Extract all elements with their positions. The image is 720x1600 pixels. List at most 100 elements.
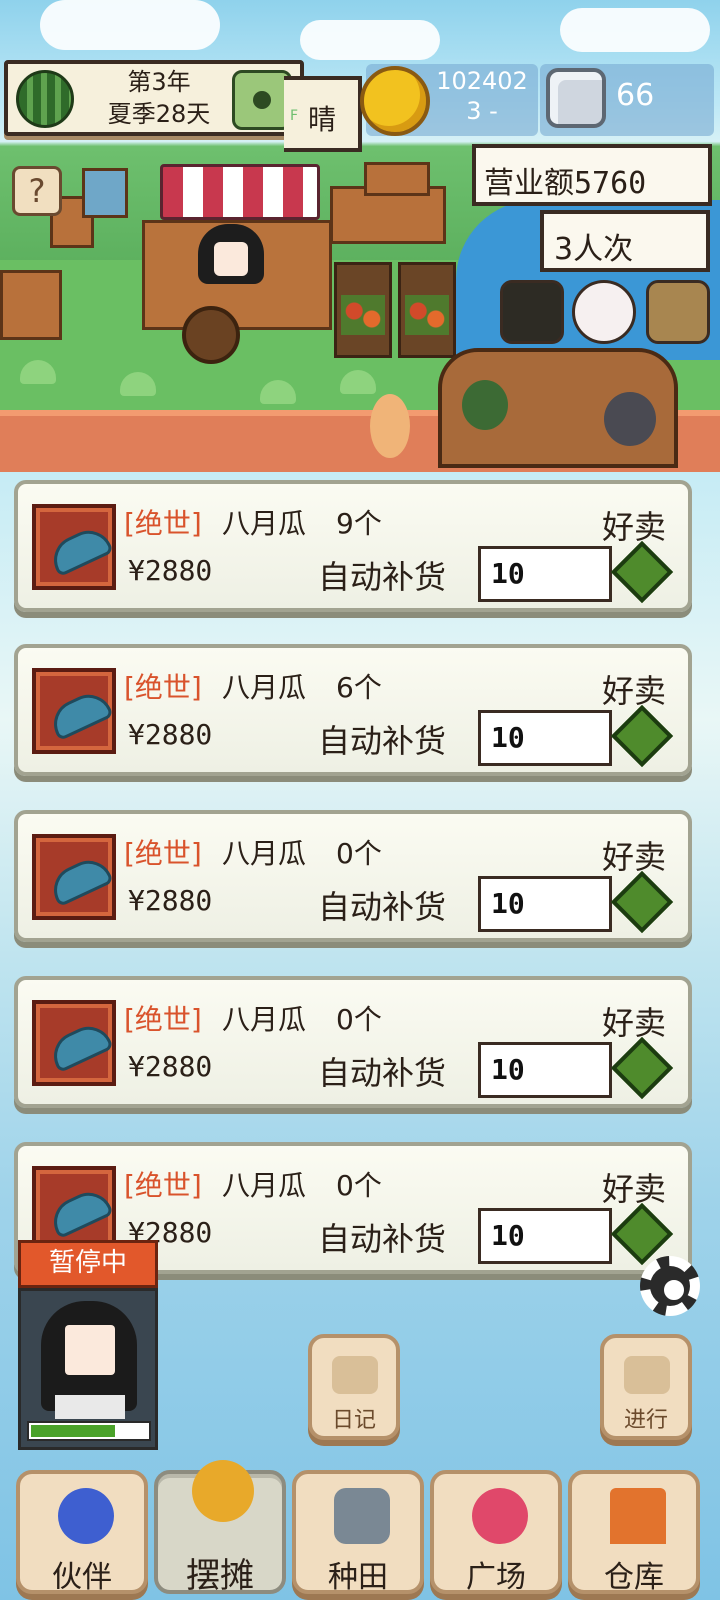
item-rarity: [绝世] <box>124 1003 202 1036</box>
season-day-label: 夏季28天 <box>107 100 211 128</box>
statue-icon[interactable] <box>646 280 710 344</box>
item-count: 6个 <box>336 671 382 704</box>
item-count: 9个 <box>336 507 382 540</box>
item-card[interactable]: [绝世] 八月瓜 0个 好卖 ¥2880 自动补货 10 <box>14 976 692 1108</box>
restock-quantity-input[interactable]: 10 <box>478 1208 612 1264</box>
people-icon <box>58 1488 114 1544</box>
shopkeeper-character <box>198 224 264 284</box>
character-portrait[interactable] <box>18 1288 158 1450</box>
date-panel: 第3年 夏季28天 <box>4 60 304 136</box>
fruit-bin <box>398 262 456 358</box>
diary-button[interactable]: 日记 <box>308 1334 400 1440</box>
turtle-npc[interactable] <box>462 380 508 430</box>
coin-amount-line2: 3 - <box>466 97 498 125</box>
item-rarity: [绝世] <box>124 837 202 870</box>
crate <box>364 162 430 196</box>
nav-plaza-label: 广场 <box>466 1560 526 1595</box>
auto-restock-label: 自动补货 <box>318 558 447 596</box>
house-icon <box>610 1488 666 1544</box>
paused-badge[interactable]: 暂停中 <box>18 1240 158 1288</box>
cloud <box>40 0 220 50</box>
item-sell-tag: 好卖 <box>601 1170 666 1208</box>
item-rarity: [绝世] <box>124 507 202 540</box>
speech-bubble-icon <box>332 1356 378 1394</box>
bucket <box>82 168 128 218</box>
fruit-bin <box>334 262 392 358</box>
auto-restock-label: 自动补货 <box>318 888 447 926</box>
item-name: 八月瓜 <box>222 1169 307 1202</box>
visitor-count-label: 3人次 <box>554 232 634 267</box>
auto-restock-label: 自动补货 <box>318 1220 447 1258</box>
cloud <box>300 20 440 60</box>
restock-quantity-input[interactable]: 10 <box>478 546 612 602</box>
item-name: 八月瓜 <box>222 507 307 540</box>
akebia-fruit-icon <box>32 504 116 590</box>
nav-stall[interactable]: 摆摊 <box>154 1460 286 1596</box>
confirm-diamond-button[interactable] <box>610 870 674 934</box>
item-sell-tag: 好卖 <box>601 672 666 710</box>
watering-can-icon <box>334 1488 390 1544</box>
nav-farm-label: 种田 <box>328 1560 388 1595</box>
nav-warehouse-label: 仓库 <box>604 1560 664 1595</box>
proceed-button[interactable]: 进行 <box>600 1334 692 1440</box>
coin-counter: 102402 3 - <box>360 64 538 136</box>
portrait-body <box>55 1395 125 1419</box>
gift-chest-icon[interactable] <box>500 280 564 344</box>
flower-icon <box>472 1488 528 1544</box>
item-sell-tag: 好卖 <box>601 508 666 546</box>
item-price: ¥2880 <box>128 884 213 917</box>
nav-stall-label: 摆摊 <box>186 1556 254 1596</box>
diary-label: 日记 <box>331 1408 376 1433</box>
akebia-fruit-icon <box>32 834 116 920</box>
weather-small-label: F <box>290 108 299 124</box>
item-price: ¥2880 <box>128 718 213 751</box>
item-rarity: [绝世] <box>124 1169 202 1202</box>
item-name: 八月瓜 <box>222 1003 307 1036</box>
confirm-diamond-button[interactable] <box>610 1036 674 1100</box>
visitor-count-panel: 3人次 <box>540 210 710 272</box>
settings-gear-icon[interactable] <box>640 1256 700 1316</box>
portrait-face <box>65 1325 115 1375</box>
item-price: ¥2880 <box>128 554 213 587</box>
date-display: 第3年 夏季28天 <box>84 66 234 130</box>
proceed-label: 进行 <box>623 1408 668 1433</box>
villager-npc[interactable] <box>604 392 656 446</box>
item-name: 八月瓜 <box>222 837 307 870</box>
item-sell-tag: 好卖 <box>601 1004 666 1042</box>
auto-restock-label: 自动补货 <box>318 1054 447 1092</box>
silver-counter: 66 <box>540 64 714 136</box>
item-card[interactable]: [绝世] 八月瓜 6个 好卖 ¥2880 自动补货 10 <box>14 644 692 776</box>
fish-bowl-icon[interactable] <box>572 280 636 344</box>
gold-coin-icon <box>360 66 430 136</box>
cart-wheel <box>182 306 240 364</box>
calendar-icon[interactable] <box>232 70 292 130</box>
silver-amount: 66 <box>616 78 655 113</box>
nav-partner-label: 伙伴 <box>52 1560 112 1595</box>
coin-amount-line1: 102402 <box>436 67 528 95</box>
akebia-fruit-icon <box>32 1000 116 1086</box>
item-name: 八月瓜 <box>222 671 307 704</box>
item-sell-tag: 好卖 <box>601 838 666 876</box>
item-card[interactable]: [绝世] 八月瓜 0个 好卖 ¥2880 自动补货 10 <box>14 810 692 942</box>
restock-quantity-input[interactable]: 10 <box>478 710 612 766</box>
item-card[interactable]: [绝世] 八月瓜 9个 好卖 ¥2880 自动补货 10 <box>14 480 692 612</box>
confirm-diamond-button[interactable] <box>610 704 674 768</box>
item-count: 0个 <box>336 1169 382 1202</box>
stall-awning <box>160 164 320 220</box>
nav-farm[interactable]: 种田 <box>292 1470 424 1595</box>
customer-npc[interactable] <box>370 394 410 458</box>
year-label: 第3年 <box>127 68 191 96</box>
stamina-bar <box>27 1421 151 1441</box>
nav-plaza[interactable]: 广场 <box>430 1470 562 1595</box>
help-button[interactable]: ? <box>12 166 62 216</box>
restock-quantity-input[interactable]: 10 <box>478 876 612 932</box>
coin-stack-icon <box>192 1460 254 1522</box>
confirm-diamond-button[interactable] <box>610 540 674 604</box>
nav-partner[interactable]: 伙伴 <box>16 1470 148 1595</box>
restock-quantity-input[interactable]: 10 <box>478 1042 612 1098</box>
weather-panel: F 晴 <box>284 76 362 152</box>
coin-amount: 102402 3 - <box>434 66 530 126</box>
nav-warehouse[interactable]: 仓库 <box>568 1470 700 1595</box>
revenue-label: 营业额5760 <box>484 166 647 201</box>
fast-forward-icon <box>624 1356 670 1394</box>
